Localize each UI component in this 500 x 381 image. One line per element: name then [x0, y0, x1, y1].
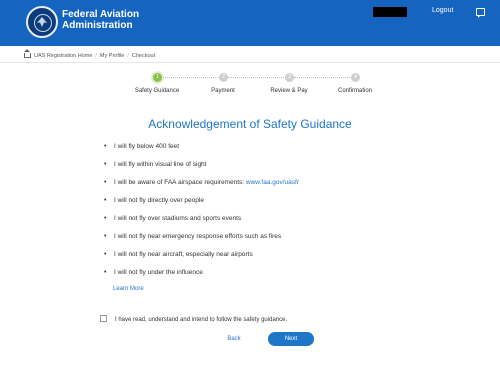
org-name-line2: Administration — [62, 20, 133, 31]
org-name[interactable]: Federal Aviation Administration — [62, 9, 139, 31]
step-1-label: Safety Guidance — [134, 88, 180, 94]
chat-icon[interactable] — [476, 8, 485, 18]
acknowledge-row: I have read, understand and intend to fo… — [100, 314, 287, 323]
page-title: Acknowledgement of Safety Guidance — [148, 117, 352, 131]
acknowledge-checkbox[interactable] — [100, 315, 107, 322]
list-item: I will be aware of FAA airspace requirem… — [104, 179, 299, 197]
step-2-circle: 2 — [219, 73, 228, 82]
learn-more-link[interactable]: Learn More — [113, 286, 144, 292]
logout-link[interactable]: Logout — [432, 7, 453, 14]
list-item: I will not fly near aircraft, especially… — [104, 251, 299, 269]
step-2-label: Payment — [211, 88, 235, 94]
breadcrumb: UAS Registration Home / My Profile / Checkou… — [24, 49, 156, 59]
step-1-circle: 1 — [153, 73, 162, 82]
step-3-circle: 3 — [285, 73, 294, 82]
next-button[interactable]: Next — [268, 332, 314, 346]
back-button[interactable]: Back — [212, 333, 256, 346]
list-item: I will not fly near emergency response e… — [104, 233, 299, 251]
step-connector — [162, 77, 218, 79]
redacted-username — [373, 7, 407, 17]
step-connector — [294, 77, 350, 79]
site-header: Federal Aviation Administration Logout — [0, 0, 500, 46]
breadcrumb-checkout: Checkout — [131, 53, 156, 59]
faa-seal-icon[interactable] — [26, 6, 58, 38]
list-item: I will not fly over stadiums and sports … — [104, 215, 299, 233]
home-icon — [24, 49, 31, 58]
step-4-circle: 4 — [351, 73, 360, 82]
list-item: I will fly below 400 feet — [104, 143, 299, 161]
step-4-label: Confirmation — [337, 88, 372, 94]
list-item: I will not fly under the influence — [104, 269, 299, 287]
list-item: I will fly within visual line of sight — [104, 161, 299, 179]
safety-guidance-list: I will fly below 400 feet I will fly wit… — [104, 143, 299, 287]
airspace-text: I will be aware of FAA airspace requirem… — [114, 179, 246, 186]
list-item: I will not fly directly over people — [104, 197, 299, 215]
faa-airspace-link[interactable]: www.faa.gov/uasfr — [246, 179, 299, 186]
header-divider — [0, 62, 500, 63]
step-3-label: Review & Pay — [270, 88, 308, 94]
org-name-line1: Federal Aviation — [62, 9, 140, 20]
breadcrumb-my-profile[interactable]: My Profile — [100, 53, 124, 59]
acknowledge-label[interactable]: I have read, understand and intend to fo… — [115, 317, 287, 323]
breadcrumb-uas-home[interactable]: UAS Registration Home — [34, 53, 92, 59]
step-connector — [228, 77, 284, 79]
